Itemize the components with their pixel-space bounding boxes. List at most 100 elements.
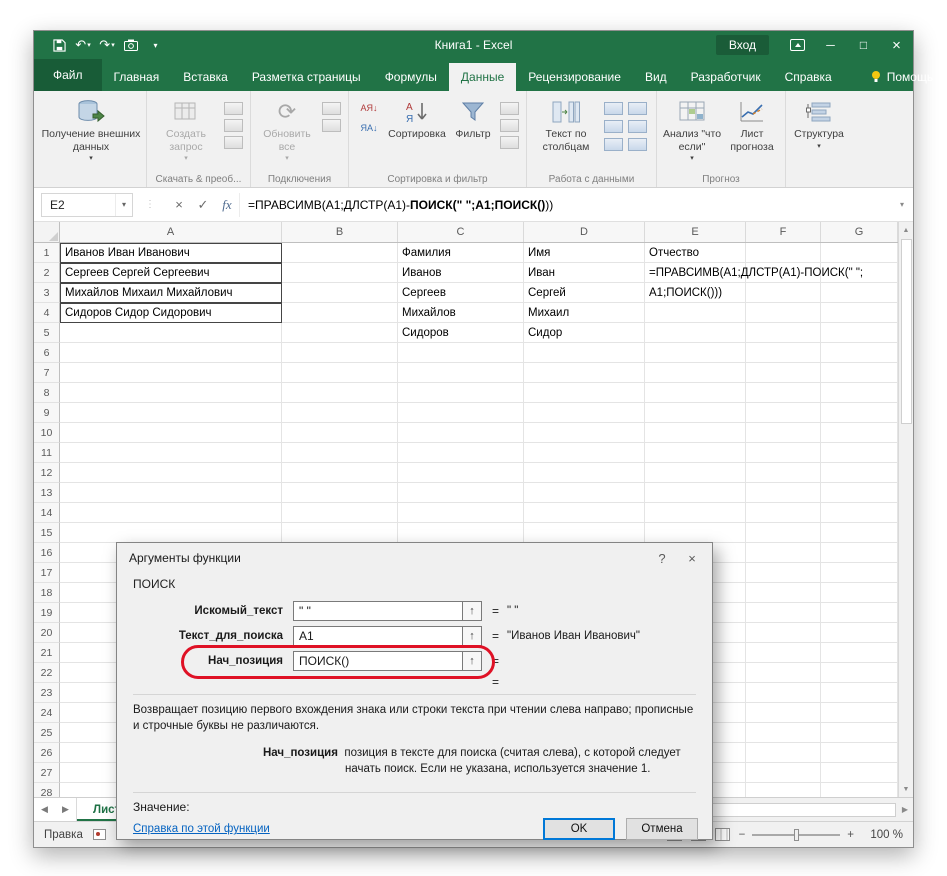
cell-G18[interactable]	[821, 583, 898, 603]
manage-data-model-icon[interactable]	[628, 138, 647, 151]
cell-G3[interactable]	[821, 283, 898, 303]
zoom-in-button[interactable]: +	[847, 829, 854, 841]
cell-B8[interactable]	[282, 383, 398, 403]
cell-E4[interactable]	[645, 303, 746, 323]
data-validation-icon[interactable]	[604, 138, 623, 151]
column-header-A[interactable]: A	[60, 222, 282, 242]
cell-F15[interactable]	[746, 523, 821, 543]
argument-input-2[interactable]: A1	[293, 625, 463, 646]
tab-page-layout[interactable]: Разметка страницы	[240, 63, 373, 91]
cell-F13[interactable]	[746, 483, 821, 503]
scroll-right-icon[interactable]: ▶	[897, 805, 913, 814]
select-all-corner[interactable]	[34, 222, 60, 242]
cell-A14[interactable]	[60, 503, 282, 523]
zoom-slider-thumb[interactable]	[794, 828, 800, 841]
cell-G20[interactable]	[821, 623, 898, 643]
cell-G8[interactable]	[821, 383, 898, 403]
cell-D3[interactable]: Сергей	[524, 283, 645, 303]
show-queries-icon[interactable]	[224, 102, 243, 115]
dialog-close-button[interactable]: ×	[680, 548, 704, 568]
enter-entry-button[interactable]: ✓	[191, 193, 215, 217]
tab-insert[interactable]: Вставка	[171, 63, 240, 91]
cell-A3[interactable]: Михайлов Михаил Михайлович	[60, 283, 282, 303]
filter-button[interactable]: Фильтр	[449, 94, 497, 141]
row-header-20[interactable]: 20	[34, 623, 60, 643]
sign-in-button[interactable]: Вход	[715, 35, 769, 55]
cell-B6[interactable]	[282, 343, 398, 363]
tab-data[interactable]: Данные	[448, 63, 517, 91]
cell-G28[interactable]	[821, 783, 898, 797]
forecast-sheet-button[interactable]: Лист прогноза	[723, 94, 781, 153]
tab-view[interactable]: Вид	[633, 63, 679, 91]
row-header-18[interactable]: 18	[34, 583, 60, 603]
row-header-15[interactable]: 15	[34, 523, 60, 543]
cell-E2[interactable]: =ПРАВСИМВ(A1;ДЛСТР(A1)-ПОИСК(" ";	[645, 263, 863, 283]
cell-G10[interactable]	[821, 423, 898, 443]
cell-F3[interactable]	[746, 283, 821, 303]
tab-review[interactable]: Рецензирование	[516, 63, 633, 91]
redo-button[interactable]: ↷ ▾	[96, 33, 118, 57]
flash-fill-icon[interactable]	[604, 102, 623, 115]
cell-G17[interactable]	[821, 563, 898, 583]
cell-C7[interactable]	[398, 363, 524, 383]
cell-A1[interactable]: Иванов Иван Иванович	[60, 243, 282, 263]
cell-F10[interactable]	[746, 423, 821, 443]
cell-A7[interactable]	[60, 363, 282, 383]
zoom-level[interactable]: 100 %	[863, 829, 903, 841]
cell-C12[interactable]	[398, 463, 524, 483]
row-header-3[interactable]: 3	[34, 283, 60, 303]
cell-A9[interactable]	[60, 403, 282, 423]
cell-F11[interactable]	[746, 443, 821, 463]
cell-F20[interactable]	[746, 623, 821, 643]
cell-G4[interactable]	[821, 303, 898, 323]
cell-A15[interactable]	[60, 523, 282, 543]
cell-C9[interactable]	[398, 403, 524, 423]
cell-F23[interactable]	[746, 683, 821, 703]
column-header-C[interactable]: C	[398, 222, 524, 242]
cell-G9[interactable]	[821, 403, 898, 423]
cell-F6[interactable]	[746, 343, 821, 363]
cell-C2[interactable]: Иванов	[398, 263, 524, 283]
vertical-scroll-thumb[interactable]	[900, 239, 912, 424]
clear-filter-icon[interactable]	[500, 102, 519, 115]
row-header-22[interactable]: 22	[34, 663, 60, 683]
row-header-24[interactable]: 24	[34, 703, 60, 723]
what-if-analysis-button[interactable]: Анализ "что если" ▾	[661, 94, 723, 162]
cell-G26[interactable]	[821, 743, 898, 763]
cell-D14[interactable]	[524, 503, 645, 523]
row-header-28[interactable]: 28	[34, 783, 60, 797]
cell-C10[interactable]	[398, 423, 524, 443]
cell-B4[interactable]	[282, 303, 398, 323]
cell-C8[interactable]	[398, 383, 524, 403]
cell-E10[interactable]	[645, 423, 746, 443]
new-query-button[interactable]: Создать запрос ▾	[151, 94, 221, 162]
row-header-1[interactable]: 1	[34, 243, 60, 263]
consolidate-icon[interactable]	[628, 102, 647, 115]
cell-D12[interactable]	[524, 463, 645, 483]
cell-G23[interactable]	[821, 683, 898, 703]
cell-F12[interactable]	[746, 463, 821, 483]
cell-C13[interactable]	[398, 483, 524, 503]
cell-F28[interactable]	[746, 783, 821, 797]
customize-qat-button[interactable]: ▾	[144, 33, 166, 57]
cell-E14[interactable]	[645, 503, 746, 523]
zoom-slider[interactable]	[752, 828, 841, 841]
cell-G21[interactable]	[821, 643, 898, 663]
cancel-button[interactable]: Отмена	[626, 818, 698, 841]
screenshot-button[interactable]	[120, 33, 142, 57]
cell-A10[interactable]	[60, 423, 282, 443]
cell-F26[interactable]	[746, 743, 821, 763]
cell-F18[interactable]	[746, 583, 821, 603]
cell-E12[interactable]	[645, 463, 746, 483]
cell-C15[interactable]	[398, 523, 524, 543]
name-box-caret-icon[interactable]: ▾	[115, 193, 132, 216]
insert-function-button[interactable]: fx	[215, 193, 239, 217]
cell-F19[interactable]	[746, 603, 821, 623]
cell-G16[interactable]	[821, 543, 898, 563]
cell-E1[interactable]: Отчество	[645, 243, 746, 263]
row-header-17[interactable]: 17	[34, 563, 60, 583]
tab-home[interactable]: Главная	[102, 63, 172, 91]
cell-F4[interactable]	[746, 303, 821, 323]
cell-A6[interactable]	[60, 343, 282, 363]
cell-E8[interactable]	[645, 383, 746, 403]
